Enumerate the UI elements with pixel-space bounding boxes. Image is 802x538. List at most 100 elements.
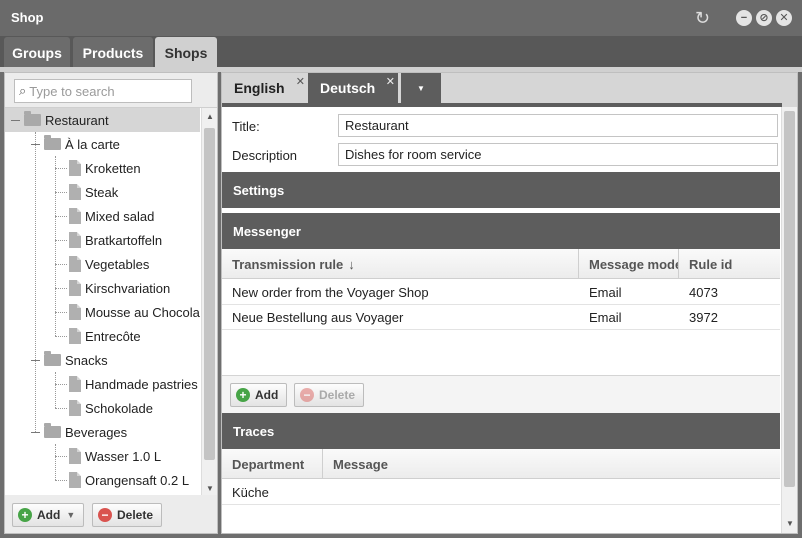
scroll-down-icon[interactable]: ▼ [786,519,794,528]
tree-connector [55,384,67,385]
messenger-delete-button[interactable]: − Delete [294,383,365,407]
search-box: ⌕ [14,79,192,103]
scroll-up-icon[interactable]: ▲ [206,112,214,121]
detail-scrollbar[interactable]: ▼ [781,107,797,533]
tree-node-wasser[interactable]: Wasser 1.0 L [5,444,200,468]
restore-icon[interactable]: ⊘ [756,10,772,26]
collapse-icon[interactable] [31,144,40,145]
tree-node-handmade-pastries[interactable]: Handmade pastries [5,372,200,396]
messenger-grid-header: Transmission rule ↓ Message mode Rule id [222,249,780,279]
traces-section-header[interactable]: Traces [222,413,780,449]
tree-node-label: À la carte [65,136,120,152]
cell-transmission-rule: Neue Bestellung aus Voyager [232,310,404,325]
tab-shops[interactable]: Shops [155,37,217,68]
tree-node-a-la-carte[interactable]: À la carte [5,132,200,156]
document-icon [69,160,81,176]
tab-label: Products [82,44,144,61]
tree-node-mousse-au-chocolat[interactable]: Mousse au Chocolat [5,300,200,324]
document-icon [69,376,81,392]
scroll-down-icon[interactable]: ▼ [206,484,214,493]
tree-node-label: Kirschvariation [85,280,171,296]
close-tab-icon[interactable]: ✕ [386,75,395,88]
tree-connector [55,240,67,241]
tree-node-bratkartoffeln[interactable]: Bratkartoffeln [5,228,200,252]
tree-node-snacks[interactable]: Snacks [5,348,200,372]
tree-node-beverages[interactable]: Beverages [5,420,200,444]
tree-connector [55,312,67,313]
language-menu-button[interactable]: ▼ [401,73,441,103]
column-message[interactable]: Message [322,449,780,479]
tree-node-label: Entrecôte [85,328,141,344]
cell-message-mode: Email [589,310,622,325]
minus-icon: − [98,508,112,522]
tab-products[interactable]: Products [73,37,153,68]
column-label: Message [333,456,388,472]
tree-node-schokolade[interactable]: Schokolade [5,396,200,420]
button-label: Add [255,388,279,402]
settings-section-header[interactable]: Settings [222,172,780,208]
column-message-mode[interactable]: Message mode [578,249,678,279]
table-row[interactable]: New order from the Voyager Shop Email 40… [222,280,780,305]
document-icon [69,280,81,296]
tree-node-mixed-salad[interactable]: Mixed salad [5,204,200,228]
tree-node-kirschvariation[interactable]: Kirschvariation [5,276,200,300]
collapse-icon[interactable] [11,120,20,121]
window-controls: ↻ − ⊘ ✕ [695,9,792,27]
search-input[interactable] [29,83,180,99]
messenger-section-header[interactable]: Messenger [222,213,780,249]
tab-english[interactable]: English ✕ [222,73,308,103]
description-field[interactable] [338,143,778,166]
tree-connector [55,168,67,169]
scrollbar-thumb[interactable] [784,111,795,487]
minimize-icon[interactable]: − [736,10,752,26]
collapse-icon[interactable] [31,360,40,361]
tree-node-vegetables[interactable]: Vegetables [5,252,200,276]
document-icon [69,400,81,416]
tab-label: Groups [12,44,62,61]
document-icon [69,472,81,488]
section-title: Traces [233,423,275,439]
tree-node-label: Bratkartoffeln [85,232,163,248]
refresh-icon[interactable]: ↻ [695,9,710,27]
column-label: Rule id [689,256,733,272]
tree-node-entrecote[interactable]: Entrecôte [5,324,200,348]
table-row[interactable]: Neue Bestellung aus Voyager Email 3972 [222,305,780,330]
column-rule-id[interactable]: Rule id [678,249,780,279]
tree-node-restaurant[interactable]: Restaurant [5,108,200,132]
main-tabbar: Groups Products Shops [0,36,802,68]
tree-connector [55,216,67,217]
close-icon[interactable]: ✕ [776,10,792,26]
tab-groups[interactable]: Groups [4,37,70,68]
tab-label: English [234,80,285,96]
section-title: Messenger [233,223,301,239]
tree-node-steak[interactable]: Steak [5,180,200,204]
document-icon [69,328,81,344]
folder-icon [44,351,61,366]
tree-add-button[interactable]: + Add ▼ [12,503,85,527]
column-transmission-rule[interactable]: Transmission rule ↓ [222,249,578,279]
tree-delete-button[interactable]: − Delete [92,503,163,527]
tree-connector [55,456,67,457]
tree-node-orangensaft[interactable]: Orangensaft 0.2 L [5,468,200,492]
button-label: Delete [319,388,356,402]
cell-message [323,480,779,505]
tree-node-label: Vegetables [85,256,150,272]
messenger-add-button[interactable]: + Add [230,383,288,407]
tree-scrollbar[interactable]: ▲ ▼ [201,108,217,495]
document-icon [69,232,81,248]
close-tab-icon[interactable]: ✕ [296,75,305,88]
tab-deutsch[interactable]: Deutsch ✕ [308,73,398,103]
chevron-down-icon[interactable]: ▼ [66,510,75,520]
tree-node-label: Wasser 1.0 L [85,448,162,464]
description-label: Description [232,148,298,163]
document-icon [69,256,81,272]
tree-node-label: Kroketten [85,160,141,176]
scrollbar-thumb[interactable] [204,128,215,460]
tree-node-kroketten[interactable]: Kroketten [5,156,200,180]
column-department[interactable]: Department [222,449,322,479]
title-field[interactable] [338,114,778,137]
document-icon [69,304,81,320]
table-row[interactable]: Küche [222,480,780,505]
document-icon [69,184,81,200]
collapse-icon[interactable] [31,432,40,433]
